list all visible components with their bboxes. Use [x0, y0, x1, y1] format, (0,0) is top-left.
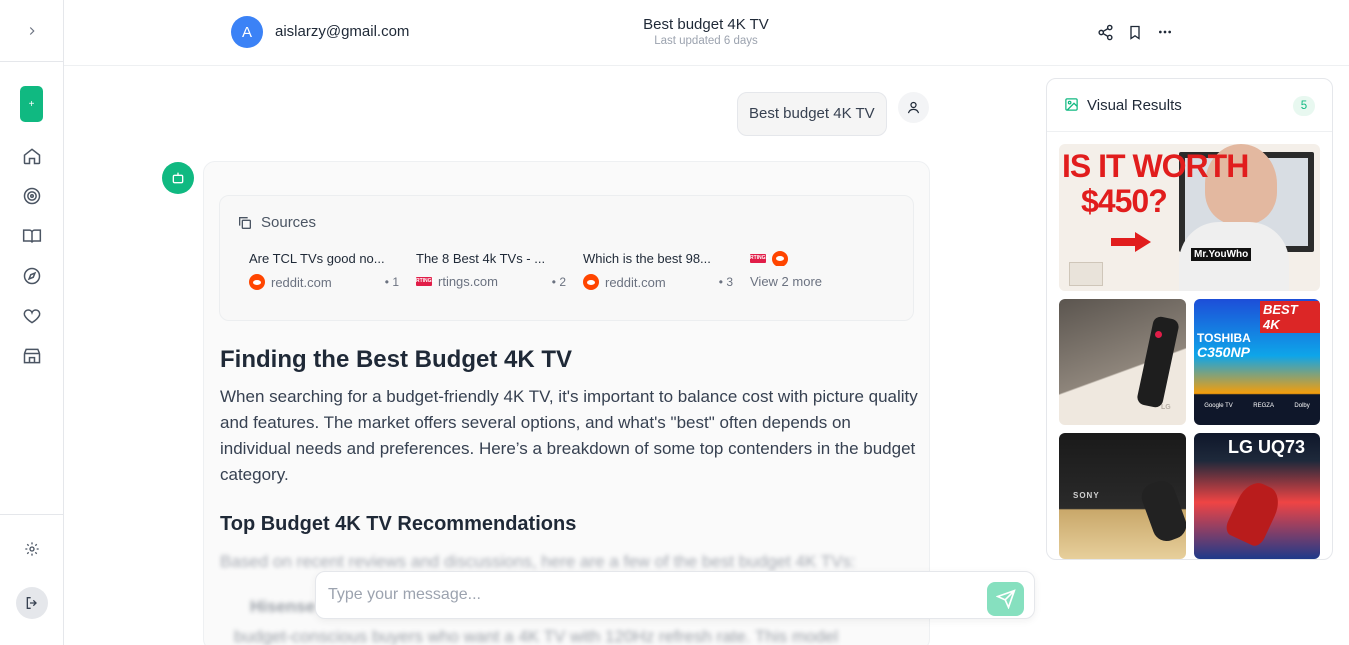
- visual-result-thumbnail[interactable]: LG UQ73: [1194, 433, 1320, 559]
- bot-icon: [172, 172, 184, 184]
- target-icon[interactable]: [20, 184, 44, 208]
- thumb-model: C350NP: [1197, 344, 1250, 360]
- store-icon[interactable]: [20, 344, 44, 368]
- logout-button[interactable]: [16, 587, 48, 619]
- source-title: Which is the best 98...: [583, 251, 711, 266]
- assistant-avatar: [162, 162, 194, 194]
- thumb-caption: $450?: [1081, 183, 1168, 219]
- sources-title: Sources: [261, 214, 317, 231]
- visual-results-panel: Visual Results 5 Mr.YouWho IS IT WORTH $…: [1046, 78, 1333, 560]
- thumb-caption: LG UQ73: [1228, 437, 1306, 457]
- message-composer: [315, 571, 1035, 619]
- app-root: + A aislarzy@gmail.com Best budget 4K TV…: [0, 0, 1349, 645]
- message-input[interactable]: [328, 584, 968, 606]
- send-icon: [995, 589, 1016, 609]
- top-header: A aislarzy@gmail.com Best budget 4K TV L…: [64, 0, 1349, 66]
- visual-results-title: Visual Results: [1087, 97, 1182, 114]
- visual-result-thumbnail[interactable]: BEST 4K TOSHIBA C350NP Google TV REGZA D…: [1194, 299, 1320, 425]
- visual-results-count: 5: [1293, 96, 1315, 116]
- settings-icon[interactable]: [20, 537, 44, 561]
- faded-item-text: budget-conscious buyers who want a 4K TV…: [234, 627, 839, 645]
- source-site: rtings.com: [438, 274, 498, 289]
- home-icon[interactable]: [20, 144, 44, 168]
- thumb-caption: BEST 4K: [1260, 301, 1320, 333]
- share-icon[interactable]: [1095, 22, 1115, 42]
- source-site: reddit.com: [271, 274, 332, 290]
- source-title: Are TCL TVs good no...: [249, 251, 385, 266]
- bookmark-icon[interactable]: [1125, 22, 1145, 42]
- rtings-logo-icon: RTINGS: [750, 254, 769, 263]
- user-email: aislarzy@gmail.com: [275, 23, 410, 40]
- book-icon[interactable]: [20, 224, 44, 248]
- chevron-right-icon: [29, 26, 35, 35]
- reddit-logo-icon: [249, 274, 265, 290]
- send-button[interactable]: [987, 582, 1024, 616]
- last-updated: Last updated 6 days: [654, 35, 758, 47]
- answer-subheading: Top Budget 4K TV Recommendations: [220, 513, 577, 535]
- expand-sidebar-button[interactable]: [0, 0, 63, 62]
- visual-result-thumbnail[interactable]: Mr.YouWho IS IT WORTH $450?: [1059, 144, 1320, 291]
- answer-heading: Finding the Best Budget 4K TV: [220, 346, 572, 373]
- source-number: • 1: [384, 275, 399, 289]
- thumb-caption: LG: [1161, 404, 1171, 411]
- source-number: • 2: [551, 274, 566, 289]
- thumb-brand: TOSHIBA: [1197, 331, 1251, 345]
- thumb-shirt-text: Mr.YouWho: [1191, 248, 1252, 261]
- sources-icon: [239, 217, 251, 229]
- reddit-logo-icon: [772, 251, 788, 266]
- view-more-label: View 2 more: [750, 274, 823, 289]
- source-site: reddit.com: [605, 274, 666, 290]
- new-chat-button[interactable]: +: [20, 86, 43, 122]
- sidebar-divider: [0, 514, 63, 515]
- user-icon: [907, 101, 920, 114]
- visual-result-thumbnail[interactable]: SONY: [1059, 433, 1186, 559]
- source-title: The 8 Best 4k TVs - ...: [416, 251, 546, 266]
- conversation-title: Best budget 4K TV: [643, 16, 769, 33]
- rtings-logo-icon: RTINGS: [416, 277, 435, 286]
- user-message: Best budget 4K TV: [737, 92, 887, 136]
- image-icon: [1065, 98, 1078, 111]
- more-options-icon[interactable]: [1155, 22, 1175, 42]
- reddit-logo-icon: [583, 274, 599, 290]
- thumb-caption: SONY: [1073, 491, 1100, 500]
- visual-results-header: Visual Results 5: [1047, 79, 1332, 132]
- logout-icon: [26, 597, 37, 609]
- source-item[interactable]: Are TCL TVs good no... reddit.com • 1: [249, 251, 399, 290]
- sidebar: +: [0, 0, 64, 645]
- source-number: • 3: [718, 275, 733, 289]
- compass-icon[interactable]: [20, 264, 44, 288]
- user-avatar[interactable]: A: [231, 16, 263, 48]
- thumb-badges: Google TV REGZA Dolby: [1204, 403, 1310, 409]
- source-item[interactable]: Which is the best 98... reddit.com • 3: [583, 251, 733, 290]
- heart-icon[interactable]: [20, 304, 44, 328]
- user-message-avatar: [898, 92, 929, 123]
- visual-result-thumbnail[interactable]: LG: [1059, 299, 1186, 425]
- answer-paragraph: When searching for a budget-friendly 4K …: [220, 387, 918, 484]
- view-more-sources[interactable]: RTINGS View 2 more: [750, 251, 850, 289]
- source-item[interactable]: The 8 Best 4k TVs - ... RTINGS rtings.co…: [416, 251, 566, 289]
- thumb-caption: IS IT WORTH: [1062, 148, 1249, 184]
